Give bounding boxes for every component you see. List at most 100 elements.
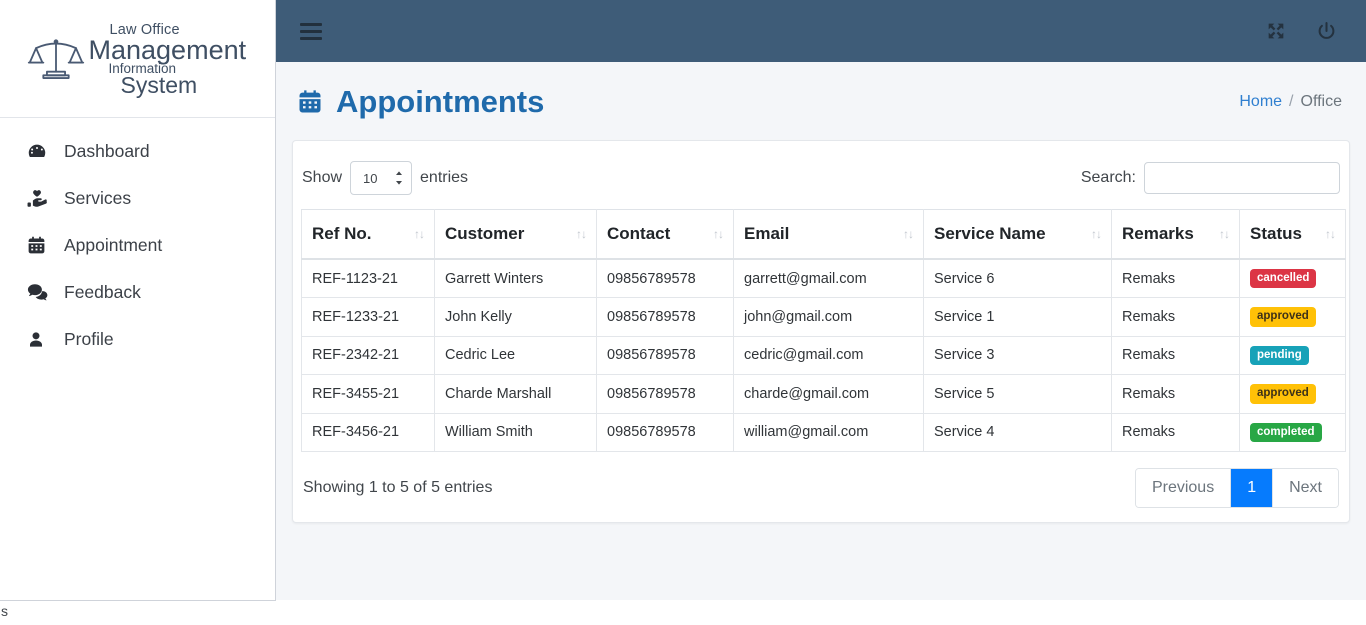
cell-customer: William Smith xyxy=(434,412,597,452)
entries-length-control: Show 102550100 entries xyxy=(302,161,468,195)
column-header-ref-no[interactable]: Ref No. ↑↓ xyxy=(301,209,435,260)
hamburger-bar xyxy=(300,29,322,33)
cell-service: Service 3 xyxy=(923,335,1112,376)
sidebar-item-label: Services xyxy=(64,188,132,208)
cell-email: william@gmail.com xyxy=(733,412,924,452)
breadcrumb-separator: / xyxy=(1289,93,1294,110)
cell-remarks: Remaks xyxy=(1111,258,1240,299)
entries-label: entries xyxy=(420,169,469,186)
column-header-email[interactable]: Email ↑↓ xyxy=(733,209,924,260)
hand-heart-icon xyxy=(26,187,56,210)
cell-email: john@gmail.com xyxy=(733,297,924,337)
hamburger-menu-icon[interactable] xyxy=(300,20,326,42)
cell-email: charde@gmail.com xyxy=(733,374,924,414)
table-row: REF-2342-21 Cedric Lee 09856789578 cedric@g… xyxy=(301,335,1346,376)
sidebar-item-services[interactable]: Services xyxy=(0,175,275,222)
entries-select-wrapper: 102550100 xyxy=(350,161,413,195)
cell-remarks: Remaks xyxy=(1111,412,1240,452)
pagination-previous-button[interactable]: Previous xyxy=(1135,468,1232,507)
entries-per-page-select[interactable]: 102550100 xyxy=(350,161,413,195)
cell-email: cedric@gmail.com xyxy=(733,335,924,376)
cell-customer: Charde Marshall xyxy=(434,374,597,414)
sidebar-item-label: Feedback xyxy=(64,282,141,302)
column-header-contact[interactable]: Contact ↑↓ xyxy=(596,209,734,260)
datatable-controls: Show 102550100 entries Search: xyxy=(301,155,1341,209)
scales-of-justice-icon xyxy=(27,38,84,79)
cell-ref: REF-1123-21 xyxy=(301,258,435,299)
top-header-actions xyxy=(1265,20,1366,43)
sidebar-item-appointment[interactable]: Appointment xyxy=(0,222,275,269)
sort-updown-icon: ↑↓ xyxy=(1091,227,1102,241)
column-header-remarks[interactable]: Remarks ↑↓ xyxy=(1111,209,1240,260)
comments-icon xyxy=(26,281,56,304)
cell-service: Service 5 xyxy=(923,374,1112,414)
breadcrumb-home-link[interactable]: Home xyxy=(1239,93,1282,111)
cell-ref: REF-3456-21 xyxy=(301,412,435,452)
column-label: Status xyxy=(1250,224,1302,243)
page-title: Appointments xyxy=(296,84,544,120)
cell-customer: John Kelly xyxy=(434,297,597,337)
column-label: Contact xyxy=(607,224,671,243)
column-label: Remarks xyxy=(1122,224,1194,243)
sidebar-item-feedback[interactable]: Feedback xyxy=(0,269,275,316)
cell-service: Service 1 xyxy=(923,297,1112,337)
sort-updown-icon: ↑↓ xyxy=(903,227,914,241)
cell-remarks: Remaks xyxy=(1111,297,1240,337)
sidebar-item-profile[interactable]: Profile xyxy=(0,316,275,363)
appointments-card: Show 102550100 entries Search: xyxy=(292,140,1350,523)
status-badge: pending xyxy=(1250,345,1309,366)
stray-text: s xyxy=(1,603,8,619)
breadcrumb: Home / Office xyxy=(1239,93,1342,111)
cell-contact: 09856789578 xyxy=(596,335,734,376)
column-header-customer[interactable]: Customer ↑↓ xyxy=(434,209,597,260)
sidebar-item-label: Profile xyxy=(64,329,114,349)
cell-contact: 09856789578 xyxy=(596,374,734,414)
expand-arrows-icon[interactable] xyxy=(1265,20,1287,42)
cell-status: approved xyxy=(1239,374,1346,414)
brand-text: Law Office Management Information System xyxy=(85,22,255,98)
table-row: REF-3456-21 William Smith 09856789578 willi… xyxy=(301,412,1346,452)
hamburger-bar xyxy=(300,22,322,26)
sidebar-item-dashboard[interactable]: Dashboard xyxy=(0,128,275,175)
table-row: REF-1123-21 Garrett Winters 09856789578 gar… xyxy=(301,258,1346,299)
brand-logo[interactable]: Law Office Management Information System xyxy=(0,0,275,118)
table-row: REF-3455-21 Charde Marshall 09856789578 cha… xyxy=(301,374,1346,414)
top-header xyxy=(276,0,1366,62)
cell-service: Service 6 xyxy=(923,258,1112,299)
datatable-search: Search: xyxy=(1081,162,1341,194)
power-off-icon[interactable] xyxy=(1315,20,1338,43)
cell-status: completed xyxy=(1239,412,1346,452)
sort-updown-icon: ↑↓ xyxy=(576,227,587,241)
cell-contact: 09856789578 xyxy=(596,412,734,452)
pagination-next-button[interactable]: Next xyxy=(1273,468,1338,507)
brand-line-4: System xyxy=(120,71,198,98)
table-body: REF-1123-21 Garrett Winters 09856789578 gar… xyxy=(301,258,1346,452)
cell-email: garrett@gmail.com xyxy=(733,258,924,299)
column-header-service-name[interactable]: Service Name ↑↓ xyxy=(923,209,1112,260)
table-head: Ref No. ↑↓ Customer ↑↓ Contact ↑↓ Email … xyxy=(301,209,1346,260)
datatable-footer: Showing 1 to 5 of 5 entries Previous 1 Nex… xyxy=(301,452,1341,512)
user-icon xyxy=(26,330,56,350)
appointments-table: Ref No. ↑↓ Customer ↑↓ Contact ↑↓ Email … xyxy=(301,209,1346,452)
status-badge: cancelled xyxy=(1250,269,1317,289)
dashboard-gauge-icon xyxy=(26,141,56,163)
breadcrumb-current: Office xyxy=(1300,93,1343,110)
show-label: Show xyxy=(302,169,343,186)
cell-contact: 09856789578 xyxy=(596,297,734,337)
pagination-page-1[interactable]: 1 xyxy=(1231,468,1274,507)
main-content: Appointments Home / Office Show 10255010… xyxy=(276,62,1366,600)
sidebar-nav: Dashboard Services Appointment Feedback … xyxy=(0,118,275,363)
cell-customer: Cedric Lee xyxy=(434,335,597,376)
status-badge: approved xyxy=(1250,384,1316,404)
pagination: Previous 1 Next xyxy=(1134,467,1339,508)
table-info: Showing 1 to 5 of 5 entries xyxy=(303,478,493,496)
sort-updown-icon: ↑↓ xyxy=(713,227,724,241)
cell-customer: Garrett Winters xyxy=(434,258,597,299)
cell-remarks: Remaks xyxy=(1111,374,1240,414)
cell-status: cancelled xyxy=(1239,258,1346,299)
cell-ref: REF-2342-21 xyxy=(301,335,435,376)
calendar-icon xyxy=(296,88,324,116)
search-input[interactable] xyxy=(1144,162,1340,194)
sort-updown-icon: ↑↓ xyxy=(414,227,425,241)
column-header-status[interactable]: Status ↑↓ xyxy=(1239,209,1346,260)
